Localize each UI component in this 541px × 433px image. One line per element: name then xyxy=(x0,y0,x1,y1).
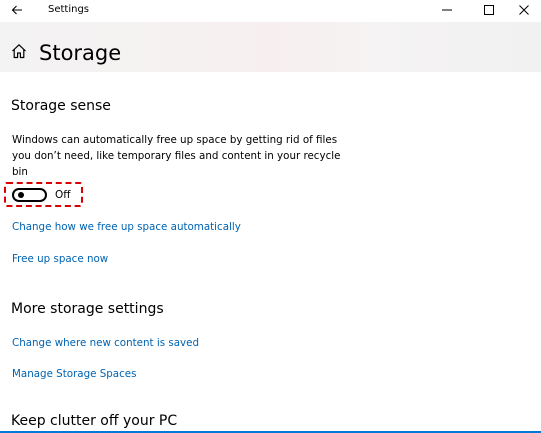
change-where-content-saved-link[interactable]: Change where new content is saved xyxy=(12,336,199,350)
home-icon[interactable] xyxy=(11,43,27,59)
close-icon xyxy=(519,5,529,15)
minimize-button[interactable] xyxy=(430,0,464,20)
storage-sense-heading: Storage sense xyxy=(11,98,111,114)
back-arrow-icon xyxy=(11,5,22,15)
manage-storage-spaces-link[interactable]: Manage Storage Spaces xyxy=(12,367,136,381)
minimize-icon xyxy=(442,9,452,11)
keep-clutter-heading: Keep clutter off your PC xyxy=(11,413,178,429)
toggle-state-label: Off xyxy=(55,189,71,201)
storage-sense-toggle[interactable] xyxy=(12,188,47,202)
more-storage-settings-heading: More storage settings xyxy=(11,301,164,317)
maximize-icon xyxy=(484,5,494,15)
close-button[interactable] xyxy=(507,0,541,20)
free-up-space-now-link[interactable]: Free up space now xyxy=(12,252,108,266)
window-title: Settings xyxy=(48,4,90,15)
back-button[interactable] xyxy=(6,1,28,19)
toggle-knob xyxy=(18,192,24,198)
storage-sense-description: Windows can automatically free up space … xyxy=(12,134,341,178)
title-bar: Settings xyxy=(0,0,541,22)
change-free-up-space-link[interactable]: Change how we free up space automaticall… xyxy=(12,220,241,234)
page-title: Storage xyxy=(39,41,122,65)
maximize-button[interactable] xyxy=(472,0,506,20)
page-header: Storage xyxy=(0,22,541,72)
settings-window: Settings Storage Storage sense Windows c… xyxy=(0,0,541,433)
